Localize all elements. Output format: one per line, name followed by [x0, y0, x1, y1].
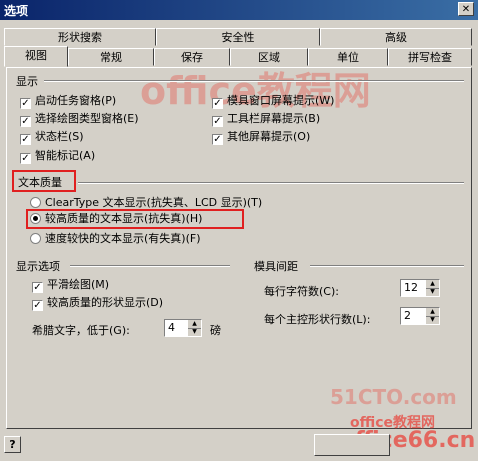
stencil-spacing-label: 模具间距: [254, 260, 298, 273]
tab-shape-search[interactable]: 形状搜索: [4, 28, 156, 46]
checkbox-drawing-type-pane[interactable]: ✓ 选择绘图类型窗格(E): [20, 112, 139, 127]
tab-view[interactable]: 视图: [4, 46, 68, 67]
ok-button[interactable]: [314, 434, 390, 456]
greek-text-value: 4: [168, 321, 175, 334]
rows-per-master-label: 每个主控形状行数(L):: [264, 313, 371, 326]
text-quality-label: 文本质量: [18, 176, 62, 189]
checkbox-other-tips[interactable]: ✓ 其他屏幕提示(O): [212, 130, 310, 145]
greek-text-spinner[interactable]: 4 ▲ ▼: [164, 319, 202, 337]
watermark-text: 51CTO.com: [330, 385, 457, 409]
radio-high-quality[interactable]: 较高质量的文本显示(抗失真)(H): [30, 212, 202, 226]
radio-fast-text[interactable]: 速度较快的文本显示(有失真)(F): [30, 232, 201, 246]
checkbox-toolbar-tips[interactable]: ✓ 工具栏屏幕提示(B): [212, 112, 320, 127]
checkbox-stencil-tips[interactable]: ✓ 模具窗口屏幕提示(W): [212, 94, 334, 109]
help-icon: ?: [9, 438, 16, 451]
chars-per-row-label: 每行字符数(C):: [264, 285, 339, 298]
window-title: 选项: [4, 4, 29, 18]
spin-down-icon[interactable]: ▼: [426, 288, 439, 296]
group-divider: [70, 265, 230, 267]
help-button[interactable]: ?: [4, 436, 21, 453]
group-divider: [44, 80, 464, 82]
display-options-label: 显示选项: [16, 260, 60, 273]
close-icon: ✕: [461, 4, 471, 15]
spin-down-icon[interactable]: ▼: [426, 316, 439, 324]
tab-security[interactable]: 安全性: [156, 28, 320, 46]
tab-advanced[interactable]: 高级: [320, 28, 472, 46]
close-button[interactable]: ✕: [458, 2, 474, 16]
rows-per-master-spinner[interactable]: 2 ▲ ▼: [400, 307, 440, 325]
checkbox-task-pane[interactable]: ✓ 启动任务窗格(P): [20, 94, 116, 109]
group-divider: [310, 265, 464, 267]
checkbox-status-bar[interactable]: ✓ 状态栏(S): [20, 130, 84, 145]
greek-text-label: 希腊文字，低于(G):: [32, 324, 130, 337]
title-bar: 选项 ✕: [0, 0, 478, 20]
radio-cleartype[interactable]: ClearType 文本显示(抗失真、LCD 显示)(T): [30, 196, 262, 210]
tab-spelling[interactable]: 拼写检查: [388, 48, 472, 66]
checkbox-smooth-drawing[interactable]: ✓ 平滑绘图(M): [32, 278, 109, 293]
group-divider: [78, 182, 464, 184]
checkbox-smart-tags[interactable]: ✓ 智能标记(A): [20, 149, 95, 164]
spin-down-icon[interactable]: ▼: [188, 328, 201, 336]
chars-per-row-value: 12: [404, 281, 418, 294]
display-group-label: 显示: [16, 75, 38, 88]
chars-per-row-spinner[interactable]: 12 ▲ ▼: [400, 279, 440, 297]
checkbox-high-quality-shapes[interactable]: ✓ 较高质量的形状显示(D): [32, 296, 163, 311]
greek-text-unit: 磅: [210, 324, 221, 337]
rows-per-master-value: 2: [404, 309, 411, 322]
